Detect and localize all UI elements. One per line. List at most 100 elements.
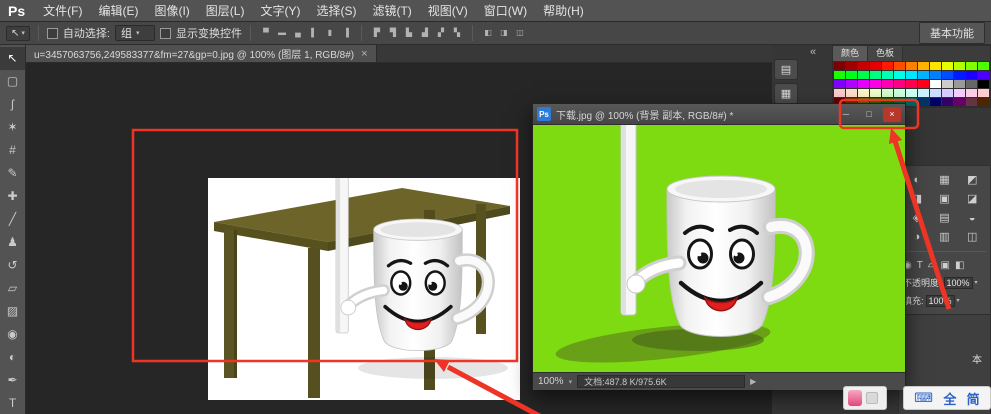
color-swatch[interactable] xyxy=(894,62,905,70)
color-swatch[interactable] xyxy=(966,89,977,97)
color-swatch[interactable] xyxy=(834,89,845,97)
auto-blend-icon[interactable]: ◨ xyxy=(497,26,511,40)
color-swatch[interactable] xyxy=(906,71,917,79)
color-swatch[interactable] xyxy=(858,80,869,88)
color-swatch[interactable] xyxy=(978,89,989,97)
adjustment-curves-icon[interactable]: ◩ xyxy=(958,170,986,189)
tab-swatches[interactable]: 色板 xyxy=(868,46,903,61)
color-swatch[interactable] xyxy=(894,71,905,79)
align-vertical-centers-icon[interactable]: ▬ xyxy=(275,26,289,40)
color-swatch[interactable] xyxy=(966,71,977,79)
adjustment-exposure-icon[interactable]: ◨ xyxy=(903,189,931,208)
auto-select-checkbox[interactable] xyxy=(47,28,58,39)
color-swatch[interactable] xyxy=(930,98,941,106)
adjustment-levels-icon[interactable]: ▦ xyxy=(931,170,959,189)
color-swatch[interactable] xyxy=(942,98,953,106)
distribute-bottom-edges-icon[interactable]: ▙ xyxy=(402,26,416,40)
color-swatch[interactable] xyxy=(978,62,989,70)
keyboard-icon[interactable]: ⌨ xyxy=(914,390,933,406)
eraser-tool[interactable]: ▱ xyxy=(0,276,25,299)
align-horizontal-centers-icon[interactable]: ▮ xyxy=(323,26,337,40)
color-swatch[interactable] xyxy=(882,71,893,79)
distribute-horizontal-centers-icon[interactable]: ▞ xyxy=(434,26,448,40)
brush-tool[interactable]: ╱ xyxy=(0,208,25,231)
color-swatch[interactable] xyxy=(918,98,929,106)
color-swatch[interactable] xyxy=(834,71,845,79)
widget-app-icon[interactable] xyxy=(848,390,862,406)
color-swatch[interactable] xyxy=(930,80,941,88)
distribute-top-edges-icon[interactable]: ▛ xyxy=(370,26,384,40)
quick-selection-tool[interactable]: ✶ xyxy=(0,116,25,139)
color-swatch[interactable] xyxy=(846,62,857,70)
distribute-left-edges-icon[interactable]: ▟ xyxy=(418,26,432,40)
menu-item[interactable]: 帮助(H) xyxy=(535,0,592,22)
collapse-panels-icon[interactable]: « xyxy=(810,46,816,58)
workspace-button[interactable]: 基本功能 xyxy=(919,22,985,44)
adjustment-photo-filter-icon[interactable]: ◒ xyxy=(958,208,986,227)
color-swatch[interactable] xyxy=(906,62,917,70)
pen-tool[interactable]: ✒ xyxy=(0,368,25,391)
collapsed-panel-history-icon[interactable]: ▤ xyxy=(774,59,798,80)
type-tool[interactable]: T xyxy=(0,391,25,414)
menu-item[interactable]: 窗口(W) xyxy=(476,0,535,22)
filter-type-layers-icon[interactable]: T xyxy=(917,260,923,271)
align-left-edges-icon[interactable]: ▌ xyxy=(307,26,321,40)
healing-brush-tool[interactable]: ✚ xyxy=(0,185,25,208)
color-swatch[interactable] xyxy=(930,62,941,70)
minimize-button[interactable]: ─ xyxy=(837,107,855,122)
chevron-down-icon[interactable]: ▾ xyxy=(957,297,960,304)
align-top-edges-icon[interactable]: ▀ xyxy=(259,26,273,40)
color-swatch[interactable] xyxy=(978,80,989,88)
filter-smart-objects-icon[interactable]: ▣ xyxy=(941,260,950,271)
color-swatch[interactable] xyxy=(966,80,977,88)
adjustment-invert-icon[interactable]: ◫ xyxy=(958,227,986,246)
color-swatch[interactable] xyxy=(870,80,881,88)
history-brush-tool[interactable]: ↺ xyxy=(0,253,25,276)
auto-align-layers-icon[interactable]: ◧ xyxy=(481,26,495,40)
color-swatch[interactable] xyxy=(942,71,953,79)
distribute-vertical-centers-icon[interactable]: ▜ xyxy=(386,26,400,40)
color-swatch[interactable] xyxy=(918,62,929,70)
marquee-tool[interactable]: ▢ xyxy=(0,70,25,93)
color-swatch[interactable] xyxy=(870,62,881,70)
color-swatch[interactable] xyxy=(858,89,869,97)
color-swatch[interactable] xyxy=(942,62,953,70)
menu-item[interactable]: 图像(I) xyxy=(146,0,197,22)
status-flyout-icon[interactable]: ▶ xyxy=(750,377,756,386)
color-swatch[interactable] xyxy=(918,89,929,97)
menu-item[interactable]: 选择(S) xyxy=(308,0,364,22)
color-swatch[interactable] xyxy=(870,89,881,97)
document-tab[interactable]: u=3457063756,249583377&fm=27&gp=0.jpg @ … xyxy=(26,45,377,62)
distribute-right-edges-icon[interactable]: ▚ xyxy=(450,26,464,40)
menu-item[interactable]: 图层(L) xyxy=(198,0,253,22)
crop-tool[interactable]: # xyxy=(0,139,25,162)
chevron-down-icon[interactable]: ▾ xyxy=(569,378,573,386)
adjustment-channel-mixer-icon[interactable]: ◑ xyxy=(903,227,931,246)
color-swatch[interactable] xyxy=(834,80,845,88)
color-swatch[interactable] xyxy=(918,71,929,79)
floating-document-canvas[interactable] xyxy=(533,125,905,372)
menu-item[interactable]: 编辑(E) xyxy=(90,0,146,22)
close-button[interactable]: × xyxy=(883,107,901,122)
collapsed-panel-properties-icon[interactable]: ▦ xyxy=(774,83,798,104)
eyedropper-tool[interactable]: ✎ xyxy=(0,162,25,185)
color-swatch[interactable] xyxy=(858,62,869,70)
window-title-bar[interactable]: Ps 下载.jpg @ 100% (背景 副本, RGB/8#) * ─ □ × xyxy=(533,104,905,125)
auto-select-dropdown[interactable]: 组 ▾ xyxy=(115,25,155,41)
menu-item[interactable]: 视图(V) xyxy=(420,0,476,22)
color-swatch[interactable] xyxy=(846,80,857,88)
zoom-level[interactable]: 100% xyxy=(538,376,564,387)
fill-value[interactable]: 100% xyxy=(926,295,955,307)
adjustment-lookup-icon[interactable]: ▥ xyxy=(931,227,959,246)
chevron-down-icon[interactable]: ▾ xyxy=(975,279,978,286)
color-swatch[interactable] xyxy=(966,62,977,70)
color-swatch[interactable] xyxy=(954,62,965,70)
color-swatch[interactable] xyxy=(978,71,989,79)
maximize-button[interactable]: □ xyxy=(860,107,878,122)
clone-stamp-tool[interactable]: ♟ xyxy=(0,231,25,254)
gradient-tool[interactable]: ▨ xyxy=(0,299,25,322)
color-swatch[interactable] xyxy=(954,80,965,88)
move-tool[interactable]: ↖ xyxy=(0,47,25,70)
filter-adjustment-layers-icon[interactable]: ◧ xyxy=(955,260,964,271)
3d-mode-icon[interactable]: ◫ xyxy=(513,26,527,40)
